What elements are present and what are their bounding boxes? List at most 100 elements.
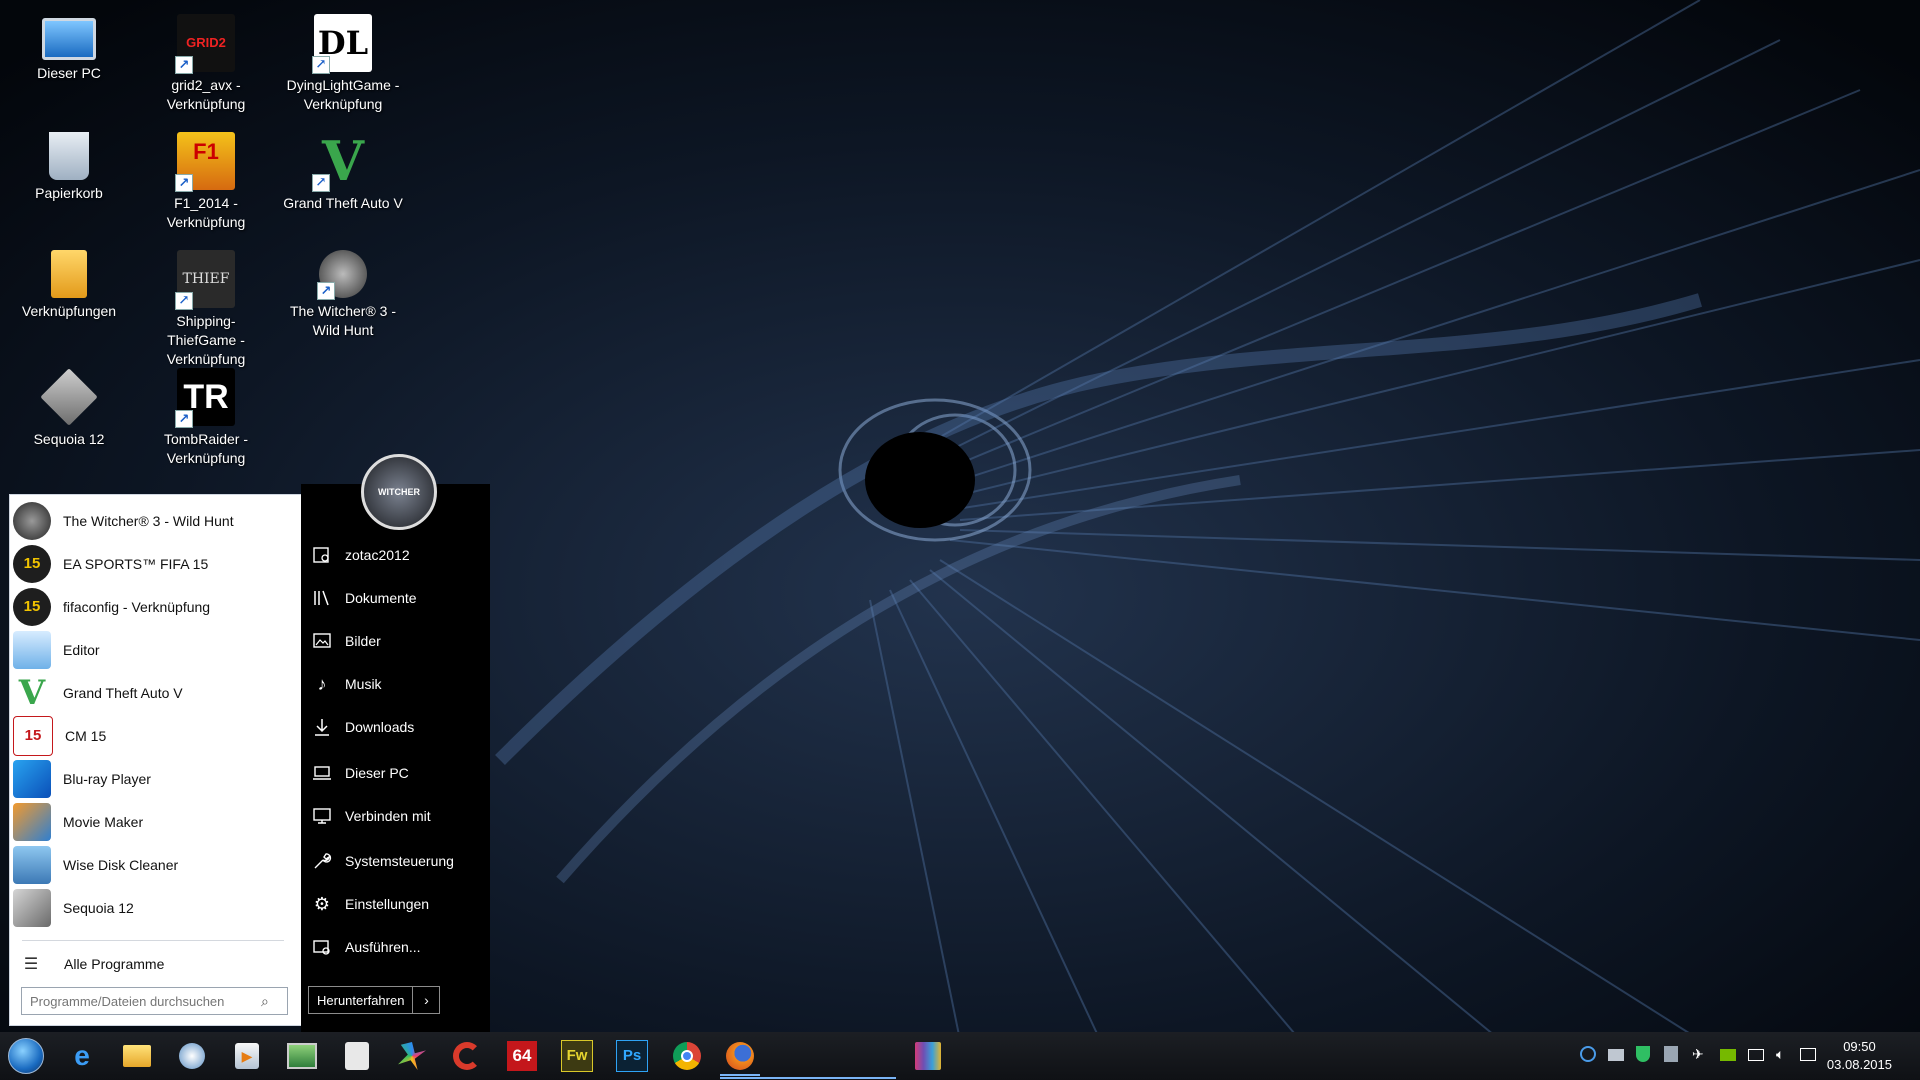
program-label: Movie Maker bbox=[63, 813, 144, 830]
place-systemsteuerung[interactable]: Systemsteuerung bbox=[311, 842, 486, 880]
search-icon[interactable]: ⌕ bbox=[261, 993, 269, 1010]
place-musik[interactable]: ♪ Musik bbox=[311, 665, 486, 703]
media-player-icon: ▶ bbox=[235, 1043, 259, 1069]
folder-icon bbox=[51, 250, 87, 298]
control-panel-icon bbox=[311, 850, 333, 872]
desktop-icon-gta5[interactable]: V ↗ Grand Theft Auto V bbox=[278, 122, 408, 232]
shutdown-options-button[interactable]: › bbox=[413, 986, 441, 1014]
place-verbinden-mit[interactable]: Verbinden mit bbox=[311, 797, 486, 835]
desktop-icon-label: Dieser PC bbox=[37, 65, 101, 81]
firefox-icon bbox=[726, 1042, 754, 1070]
taskbar-fireworks[interactable]: Fw bbox=[557, 1038, 597, 1074]
grid2-logo-text: GRID2 bbox=[186, 35, 226, 50]
start-program-wise-disk-cleaner[interactable]: Wise Disk Cleaner bbox=[10, 843, 301, 886]
place-label: Dieser PC bbox=[345, 765, 409, 781]
taskbar-winrar[interactable] bbox=[908, 1038, 948, 1074]
fireworks-icon: Fw bbox=[561, 1040, 593, 1072]
start-program-sequoia12[interactable]: Sequoia 12 bbox=[10, 886, 301, 929]
user-folder-icon bbox=[311, 544, 333, 566]
taskbar-app-colorful[interactable] bbox=[392, 1038, 432, 1074]
taskbar-image-viewer[interactable] bbox=[282, 1038, 322, 1074]
desktop-icon-grid2[interactable]: GRID2 ↗ grid2_avx - Verknüpfung bbox=[141, 4, 271, 114]
place-label: Downloads bbox=[345, 719, 415, 735]
pinwheel-icon bbox=[398, 1042, 426, 1070]
taskbar-clock[interactable]: 09:50 03.08.2015 bbox=[1827, 1038, 1892, 1074]
place-label: Ausführen... bbox=[345, 939, 421, 955]
desktop-icon-label: The Witcher® 3 - Wild Hunt bbox=[289, 303, 396, 338]
connect-icon bbox=[311, 805, 333, 827]
run-icon bbox=[311, 936, 333, 958]
program-label: The Witcher® 3 - Wild Hunt bbox=[63, 512, 234, 529]
start-program-fifa15[interactable]: 15 EA SPORTS™ FIFA 15 bbox=[10, 542, 301, 585]
bluray-icon bbox=[13, 759, 51, 798]
place-ausfuehren[interactable]: Ausführen... bbox=[311, 928, 486, 966]
start-program-movie-maker[interactable]: Movie Maker bbox=[10, 800, 301, 843]
cm15-icon: 15 bbox=[13, 715, 53, 756]
taskbar-disk-utility[interactable] bbox=[172, 1038, 212, 1074]
start-program-editor[interactable]: Editor bbox=[10, 628, 301, 671]
place-label: Dokumente bbox=[345, 590, 417, 606]
desktop-icon-f1-2014[interactable]: F1 ↗ F1_2014 - Verknüpfung bbox=[141, 122, 271, 232]
tray-network-status-icon[interactable] bbox=[1580, 1046, 1598, 1064]
winrar-icon bbox=[915, 1042, 941, 1070]
desktop-icon-thief[interactable]: THIEF ↗ Shipping-ThiefGame - Verknüpfung bbox=[141, 240, 271, 367]
gear-icon: ⚙ bbox=[313, 893, 331, 914]
place-einstellungen[interactable]: ⚙ Einstellungen bbox=[311, 885, 486, 923]
shortcut-arrow-icon: ↗ bbox=[312, 174, 330, 192]
place-dieser-pc[interactable]: Dieser PC bbox=[311, 754, 486, 792]
taskbar-photoshop[interactable]: Ps bbox=[612, 1038, 652, 1074]
taskbar-explorer[interactable] bbox=[117, 1038, 157, 1074]
clock-time: 09:50 bbox=[1843, 1039, 1876, 1054]
taskbar-media-player[interactable]: ▶ bbox=[227, 1038, 267, 1074]
tray-volume-icon[interactable]: 🔈︎ bbox=[1776, 1046, 1794, 1064]
tray-arrow-icon[interactable]: ✈ bbox=[1692, 1046, 1710, 1064]
all-programs-button[interactable]: ☰ Alle Programme bbox=[10, 946, 301, 982]
place-downloads[interactable]: Downloads bbox=[311, 708, 486, 746]
tray-display-icon[interactable] bbox=[1748, 1046, 1766, 1064]
taskbar: e ▶ 64 Fw Ps ✈ 🔈︎ 09:50 03.08.2015 bbox=[0, 1032, 1920, 1080]
program-label: Grand Theft Auto V bbox=[63, 684, 183, 701]
taskbar-active-underline bbox=[720, 1077, 896, 1079]
start-program-fifaconfig[interactable]: 15 fifaconfig - Verknüpfung bbox=[10, 585, 301, 628]
taskbar-ccleaner[interactable] bbox=[447, 1038, 487, 1074]
start-program-cm15[interactable]: 15 CM 15 bbox=[10, 714, 301, 757]
disk-icon bbox=[179, 1043, 205, 1069]
place-zotac2012[interactable]: zotac2012 bbox=[311, 536, 486, 574]
start-program-gta5[interactable]: V Grand Theft Auto V bbox=[10, 671, 301, 714]
photoshop-logo-text: Ps bbox=[622, 1047, 642, 1064]
user-avatar[interactable]: WITCHER bbox=[361, 454, 437, 530]
desktop-icon-witcher[interactable]: ↗ The Witcher® 3 - Wild Hunt bbox=[278, 240, 408, 350]
start-button[interactable] bbox=[6, 1038, 46, 1074]
tray-notifications-icon[interactable] bbox=[1800, 1046, 1818, 1064]
desktop-icon-dyinglight[interactable]: DL ↗ DyingLightGame - Verknüpfung bbox=[278, 4, 408, 114]
fifa15-icon: 15 bbox=[13, 544, 51, 583]
desktop-icon-papierkorb[interactable]: Papierkorb bbox=[4, 122, 134, 232]
desktop-icon-sequoia[interactable]: Sequoia 12 bbox=[4, 358, 134, 468]
start-search-box[interactable]: ⌕ bbox=[21, 987, 288, 1015]
start-program-bluray[interactable]: Blu-ray Player bbox=[10, 757, 301, 800]
taskbar-chrome[interactable] bbox=[667, 1038, 707, 1074]
shutdown-button[interactable]: Herunterfahren bbox=[308, 986, 414, 1014]
taskbar-calculator[interactable] bbox=[337, 1038, 377, 1074]
place-bilder[interactable]: Bilder bbox=[311, 622, 486, 660]
start-program-witcher3[interactable]: The Witcher® 3 - Wild Hunt bbox=[10, 499, 301, 542]
taskbar-edge[interactable]: e bbox=[62, 1038, 102, 1074]
taskbar-firefox[interactable] bbox=[720, 1038, 760, 1076]
place-dokumente[interactable]: Dokumente bbox=[311, 579, 486, 617]
tray-usb-icon[interactable] bbox=[1664, 1046, 1682, 1064]
witcher-icon bbox=[13, 501, 51, 540]
place-label: Musik bbox=[345, 676, 382, 692]
desktop-icon-verknuepfungen[interactable]: Verknüpfungen bbox=[4, 240, 134, 350]
tray-device-icon[interactable] bbox=[1608, 1046, 1626, 1064]
place-label: Bilder bbox=[345, 633, 381, 649]
tray-security-icon[interactable] bbox=[1636, 1046, 1654, 1064]
tray-nvidia-icon[interactable] bbox=[1720, 1046, 1738, 1064]
shortcut-arrow-icon: ↗ bbox=[175, 292, 193, 310]
recycle-bin-icon bbox=[49, 132, 89, 180]
desktop-icon-dieser-pc[interactable]: Dieser PC bbox=[4, 4, 134, 114]
computer-icon bbox=[311, 762, 333, 784]
taskbar-aida64[interactable]: 64 bbox=[502, 1038, 542, 1074]
place-label: Einstellungen bbox=[345, 896, 430, 912]
search-input[interactable] bbox=[28, 992, 257, 1010]
desktop-icon-tombraider[interactable]: TR ↗ TombRaider - Verknüpfung bbox=[141, 358, 271, 468]
